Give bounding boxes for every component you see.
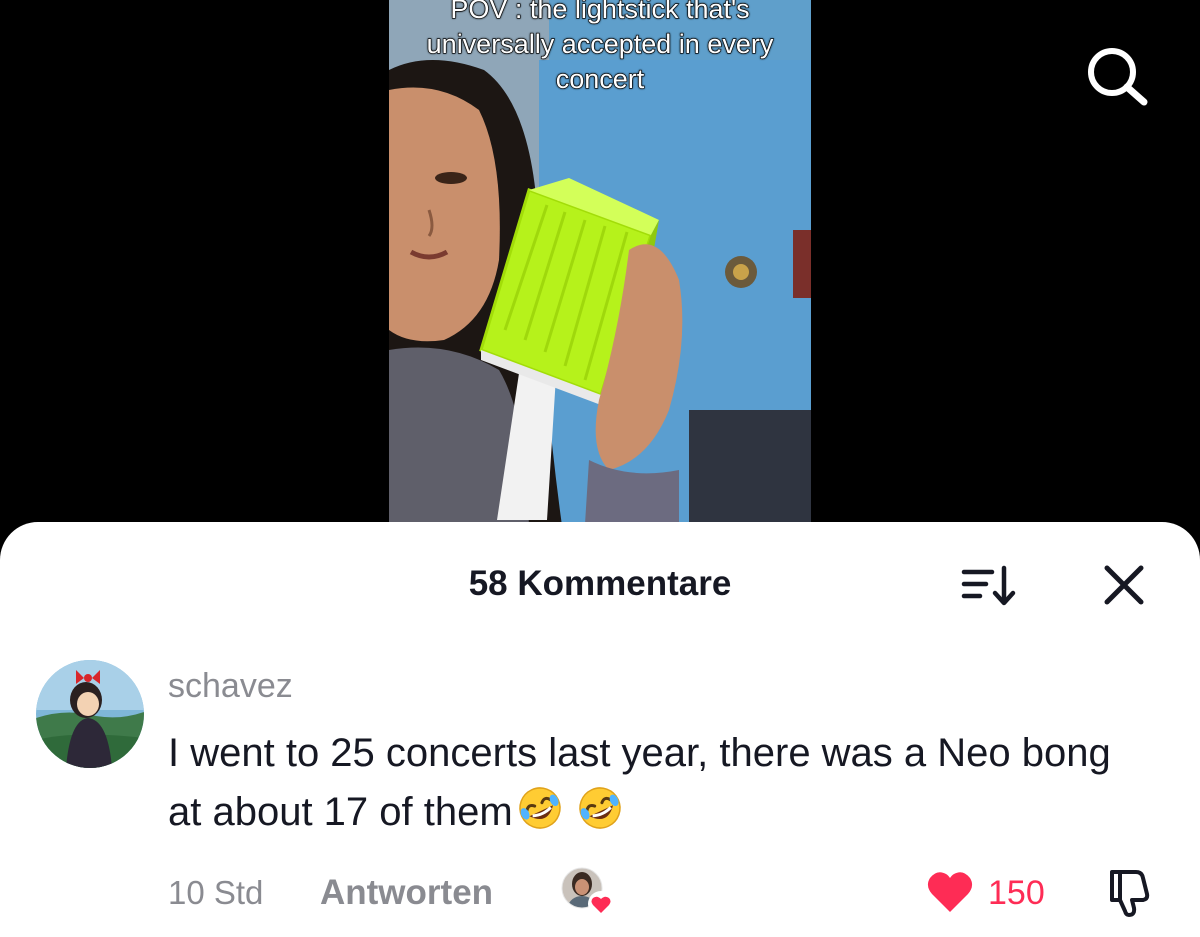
video-caption: POV : the lightstick that's universally … [426, 0, 774, 95]
search-icon[interactable] [1082, 44, 1154, 106]
dislike-icon[interactable] [1102, 864, 1158, 920]
comment-username[interactable]: schavez [168, 662, 293, 710]
like-heart-icon[interactable] [924, 866, 976, 918]
like-count: 150 [988, 874, 1045, 912]
avatar[interactable] [36, 660, 144, 768]
comment-body: I went to 25 concerts last year, there w… [168, 731, 1111, 834]
rofl-emoji-icon [517, 785, 563, 831]
rofl-emoji-icon [577, 785, 623, 831]
reply-button[interactable]: Antworten [320, 870, 493, 916]
video-player[interactable]: POV : the lightstick that's universally … [389, 0, 811, 540]
comment-timestamp: 10 Std [168, 874, 264, 911]
close-icon[interactable] [1098, 560, 1150, 610]
comment-text: I went to 25 concerts last year, there w… [168, 724, 1128, 842]
creator-liked-badge [560, 866, 618, 920]
sort-icon[interactable] [958, 560, 1024, 610]
